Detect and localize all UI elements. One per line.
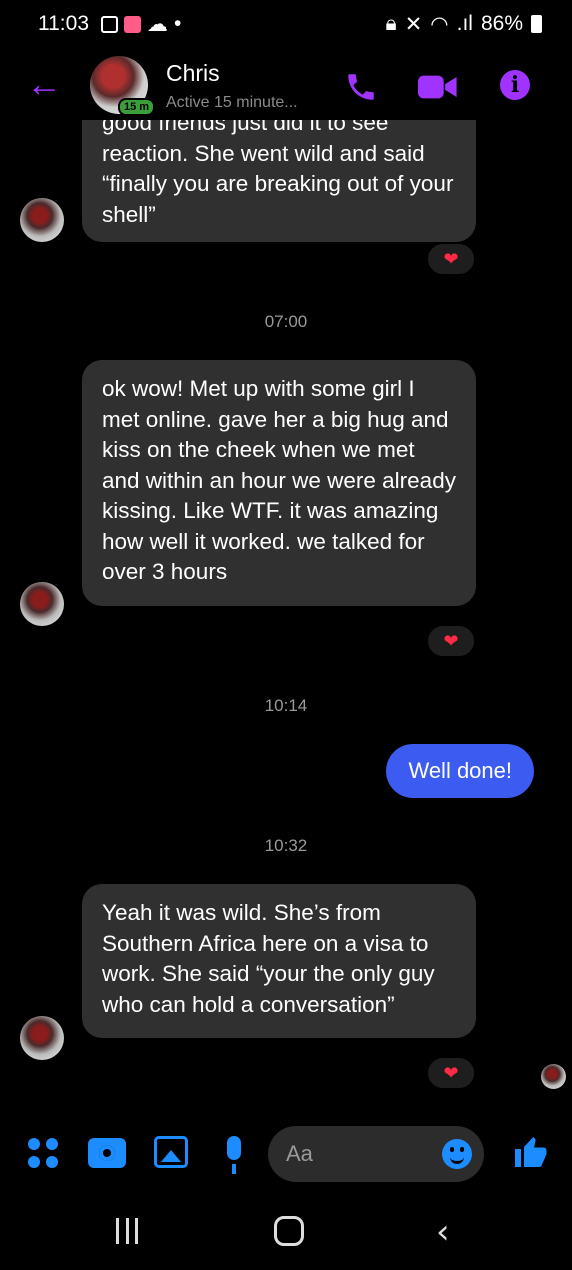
message-input-container[interactable] <box>268 1126 484 1182</box>
active-time-badge: 15 m <box>118 98 156 116</box>
microphone-icon[interactable] <box>222 1136 246 1176</box>
home-icon[interactable] <box>274 1216 304 1246</box>
active-status: Active 15 minute... <box>166 94 298 111</box>
sender-avatar[interactable] <box>20 582 64 626</box>
camera-icon[interactable] <box>88 1138 126 1168</box>
back-chevron-icon[interactable]: ‹ <box>436 1212 450 1252</box>
heart-reaction-icon[interactable]: ❤ <box>426 1056 476 1090</box>
cloud-icon: ☁ <box>147 12 168 36</box>
signal-icon: .ıl <box>456 12 473 35</box>
timestamp: 10:32 <box>264 836 308 855</box>
thumbs-up-icon[interactable] <box>512 1134 548 1178</box>
notification-icons: ☁ • <box>101 12 181 37</box>
message-input[interactable] <box>286 1126 436 1182</box>
system-icons: 🔒︎ ✕ ◠ .ıl 86% <box>385 12 542 37</box>
contact-name[interactable]: Chris <box>166 60 220 87</box>
menu-dots-icon[interactable] <box>28 1138 58 1168</box>
message-text: Well done! <box>408 758 512 783</box>
heart-reaction-icon[interactable]: ❤ <box>426 242 476 276</box>
heart-reaction-icon[interactable]: ❤ <box>426 624 476 658</box>
app-notification-icon <box>124 15 141 33</box>
video-call-icon[interactable] <box>418 70 458 109</box>
calendar-icon <box>101 15 118 33</box>
arrow-left-icon[interactable]: ← <box>26 66 62 102</box>
system-navigation-bar: ‹ <box>0 1196 572 1270</box>
gallery-icon[interactable] <box>154 1136 188 1168</box>
conversation-header-top: ← 15 m Chris Active 15 minute... i <box>0 52 572 120</box>
message-bubble-incoming[interactable]: good friends just did it to see reaction… <box>82 100 476 242</box>
sender-avatar[interactable] <box>20 1016 64 1060</box>
message-text: Yeah it was wild. She’s from Southern Af… <box>102 900 435 1017</box>
wifi-icon: ◠ <box>430 12 449 36</box>
lock-icon: 🔒︎ <box>385 12 397 35</box>
message-bubble-incoming[interactable]: ok wow! Met up with some girl I met onli… <box>82 360 476 606</box>
battery-icon <box>531 15 542 33</box>
message-text: good friends just did it to see reaction… <box>102 110 454 227</box>
info-icon[interactable]: i <box>500 70 530 100</box>
seen-indicator-avatar <box>541 1064 566 1089</box>
recent-apps-icon[interactable] <box>116 1218 138 1244</box>
status-time: 11:03 <box>38 12 89 35</box>
message-bubble-incoming[interactable]: Yeah it was wild. She’s from Southern Af… <box>82 884 476 1038</box>
timestamp: 10:14 <box>264 696 308 715</box>
message-bubble-outgoing[interactable]: Well done! <box>386 744 534 798</box>
status-bar: 11:03 ☁ • 🔒︎ ✕ ◠ .ıl 86% <box>0 0 572 48</box>
mute-icon: ✕ <box>404 12 423 36</box>
dot-icon: • <box>174 12 182 35</box>
battery-level: 86% <box>480 12 523 35</box>
message-text: ok wow! Met up with some girl I met onli… <box>102 376 456 584</box>
timestamp: 07:00 <box>264 312 308 331</box>
phone-call-icon[interactable] <box>344 70 378 109</box>
message-composer <box>0 1122 572 1186</box>
emoji-icon[interactable] <box>442 1139 472 1169</box>
sender-avatar[interactable] <box>20 198 64 242</box>
